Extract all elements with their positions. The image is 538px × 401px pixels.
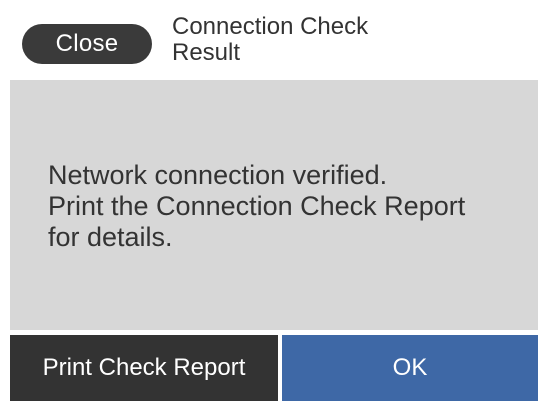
action-bar: Print Check Report OK	[10, 335, 538, 401]
dialog-title: Connection Check Result	[172, 14, 522, 66]
message-panel: Network connection verified. Print the C…	[10, 80, 538, 330]
dialog-title-line1: Connection Check	[172, 13, 369, 40]
message-line3: for details.	[48, 222, 173, 252]
result-message: Network connection verified. Print the C…	[48, 160, 518, 253]
print-check-report-button[interactable]: Print Check Report	[10, 335, 278, 401]
dialog-title-line2: Result	[172, 39, 241, 66]
message-line1: Network connection verified.	[48, 160, 388, 190]
dialog-window: Close Connection Check Result Network co…	[10, 0, 538, 401]
ok-button[interactable]: OK	[282, 335, 538, 401]
message-line2: Print the Connection Check Report	[48, 191, 466, 221]
close-button[interactable]: Close	[22, 24, 152, 64]
dialog-header: Close Connection Check Result	[10, 0, 538, 80]
